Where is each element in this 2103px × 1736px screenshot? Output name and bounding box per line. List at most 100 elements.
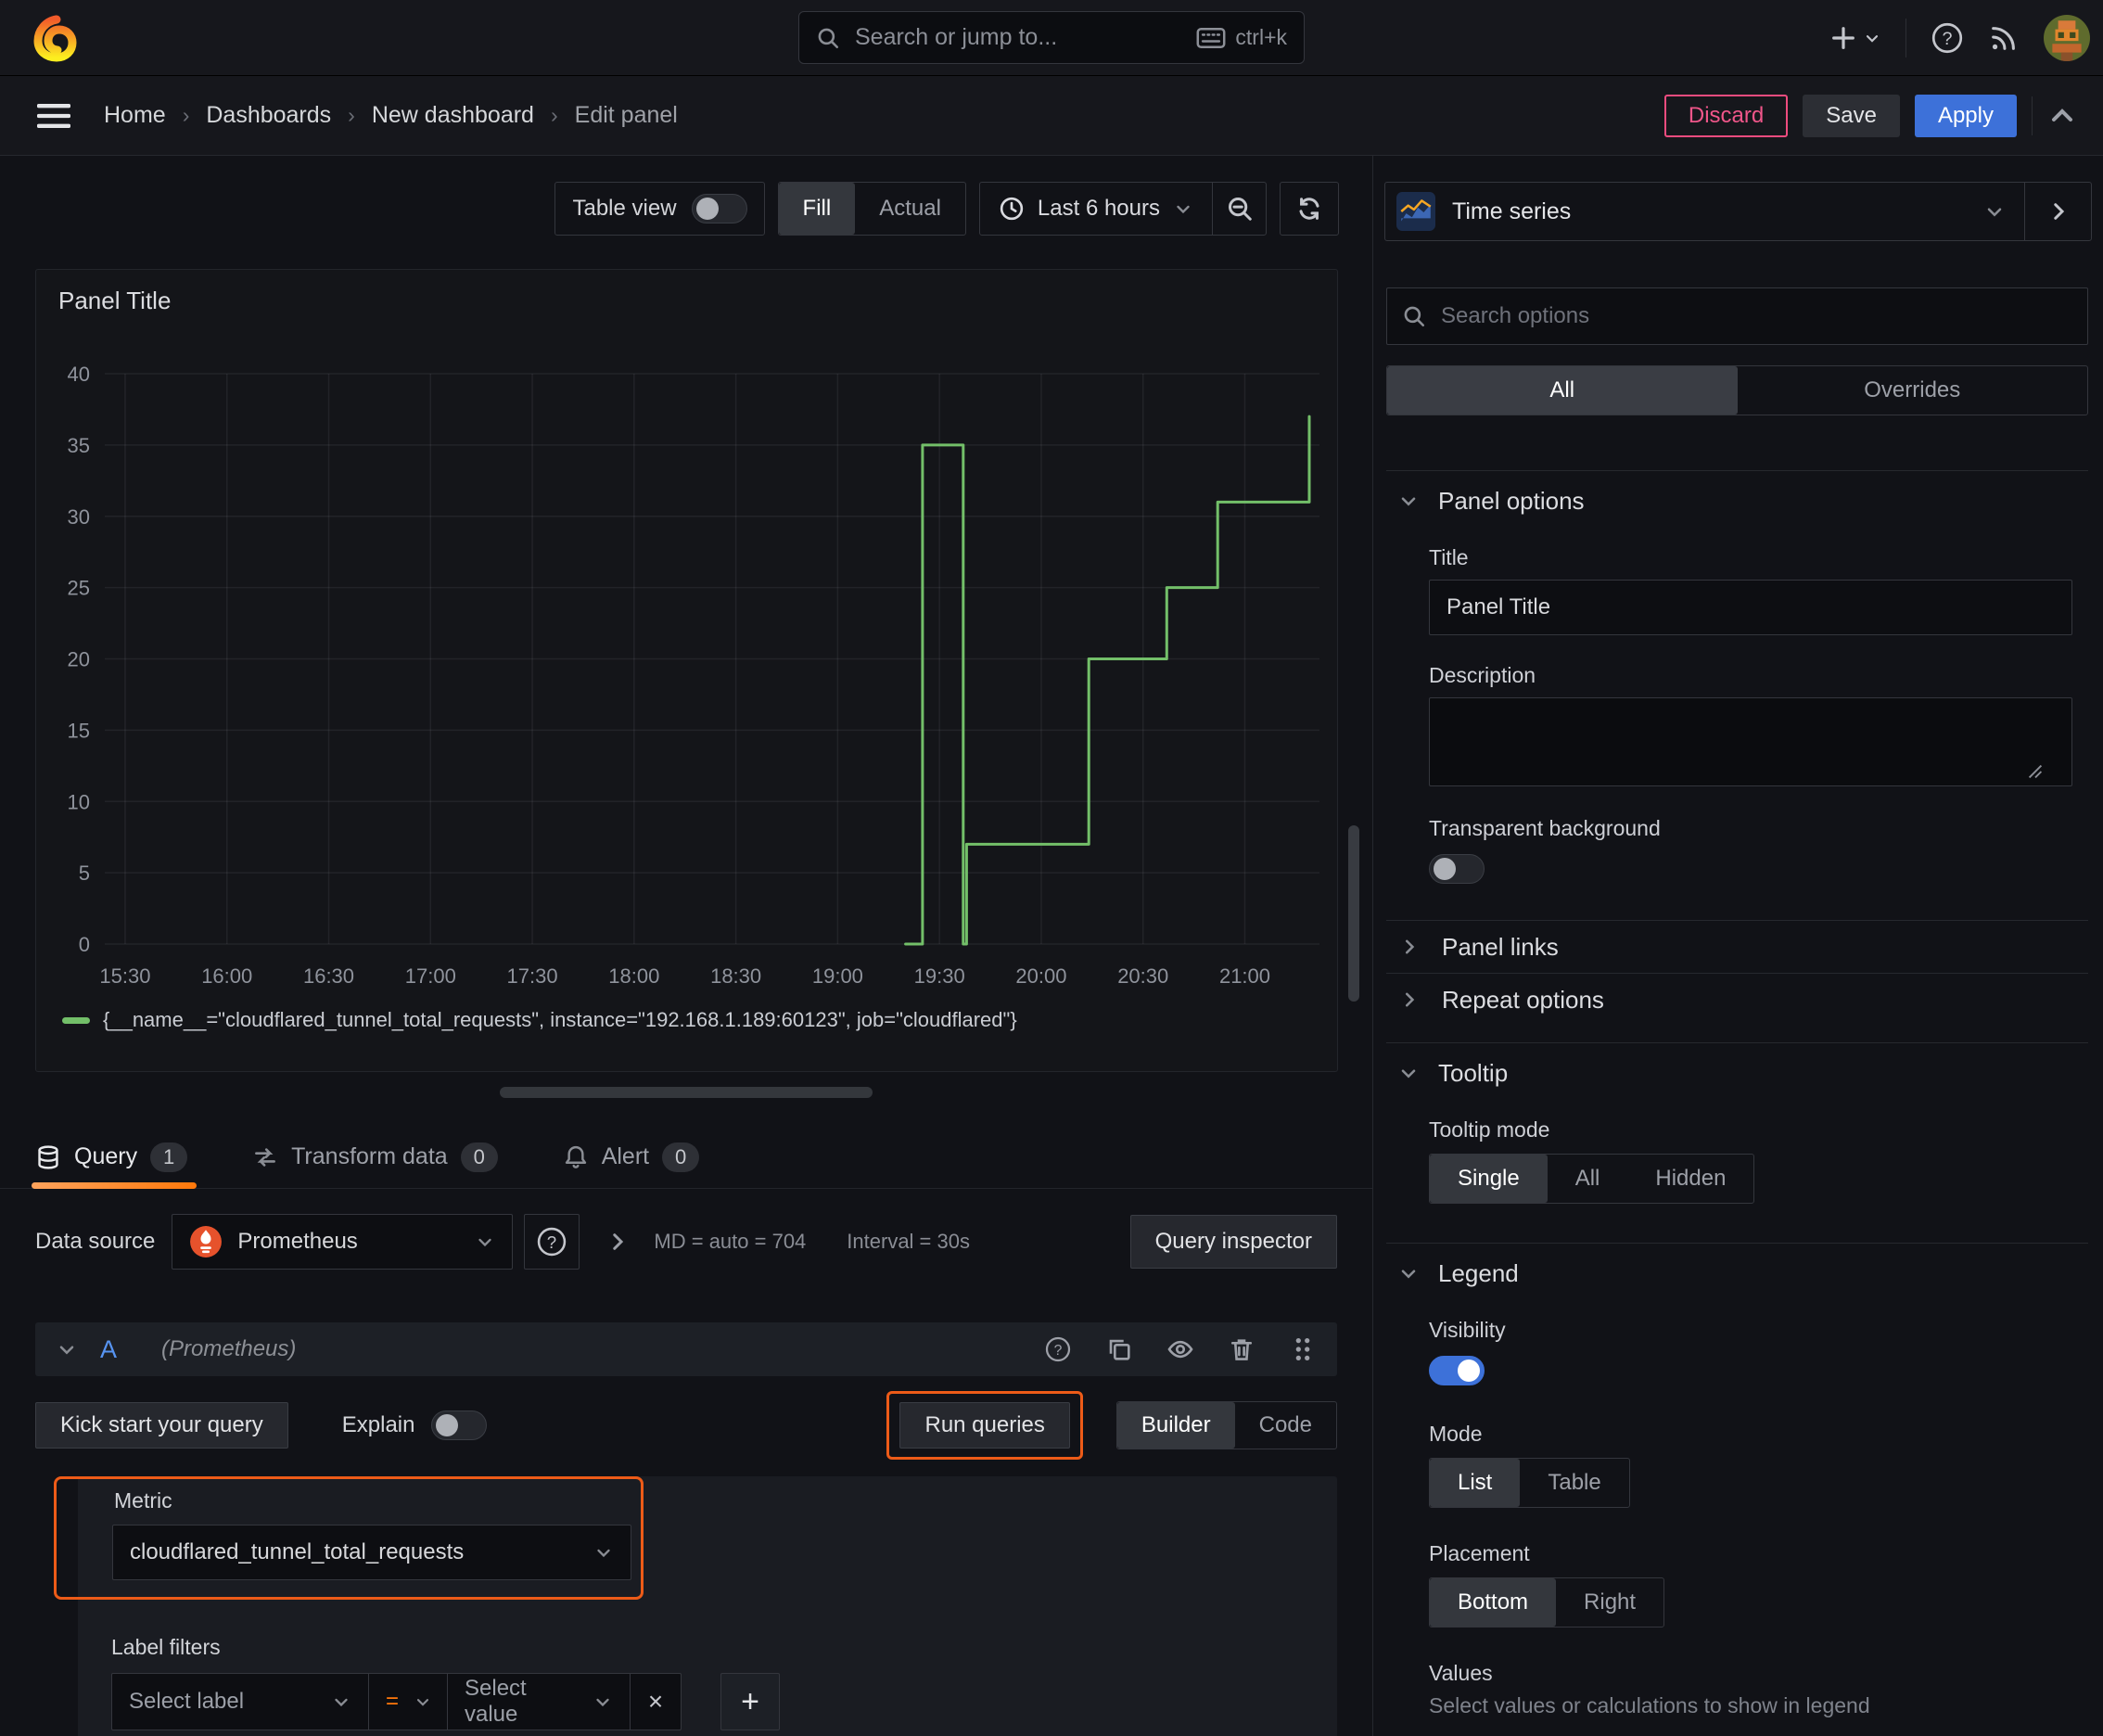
section-panel-options[interactable]: Panel options	[1386, 480, 2088, 521]
chevron-down-icon	[416, 1699, 429, 1706]
query-builder-toolbar: Kick start your query Explain Run querie…	[35, 1391, 1337, 1460]
user-avatar[interactable]	[2044, 15, 2090, 61]
datasource-name: Prometheus	[237, 1229, 358, 1254]
add-filter-button[interactable]: +	[720, 1673, 780, 1730]
disable-query-eye-icon[interactable]	[1166, 1335, 1194, 1363]
tutorial-highlight-run-queries: Run queries	[886, 1391, 1083, 1460]
mode-table-option[interactable]: Table	[1520, 1459, 1628, 1507]
viz-suggestions-button[interactable]	[2024, 183, 2091, 240]
section-tooltip[interactable]: Tooltip	[1386, 1053, 2088, 1093]
svg-text:20:30: 20:30	[1117, 964, 1168, 988]
add-menu-button[interactable]	[1829, 24, 1881, 52]
legend-values-hint: Select values or calculations to show in…	[1429, 1693, 1870, 1717]
placement-bottom-option[interactable]: Bottom	[1430, 1578, 1557, 1627]
time-range-picker[interactable]: Last 6 hours	[980, 183, 1212, 235]
section-repeat-options[interactable]: Repeat options	[1386, 974, 2088, 1026]
svg-text:17:00: 17:00	[405, 964, 456, 988]
refresh-button[interactable]	[1280, 182, 1339, 236]
section-legend[interactable]: Legend	[1386, 1253, 2088, 1294]
tooltip-single-option[interactable]: Single	[1430, 1155, 1548, 1203]
legend-item[interactable]: {__name__="cloudflared_tunnel_total_requ…	[62, 1008, 1017, 1032]
actual-option[interactable]: Actual	[855, 183, 965, 235]
section-panel-links[interactable]: Panel links	[1386, 921, 2088, 973]
search-icon	[818, 28, 839, 48]
tab-overrides[interactable]: Overrides	[1738, 366, 2088, 415]
timeseries-viz-icon	[1396, 192, 1435, 231]
all-overrides-segment: All Overrides	[1386, 365, 2088, 415]
duplicate-query-icon[interactable]	[1105, 1335, 1133, 1363]
query-row-actions: ?	[1044, 1335, 1317, 1363]
query-inspector-button[interactable]: Query inspector	[1129, 1215, 1337, 1269]
panel-options-sidebar: Time series All Overrides	[1372, 156, 2103, 1736]
global-search[interactable]: ctrl+k	[798, 11, 1305, 64]
placement-right-option[interactable]: Right	[1556, 1578, 1663, 1627]
drag-handle-icon[interactable]	[1289, 1335, 1317, 1363]
visualization-picker[interactable]: Time series	[1385, 183, 2024, 240]
collapse-chevron-up-icon[interactable]	[2047, 101, 2077, 131]
svg-text:18:00: 18:00	[608, 964, 659, 988]
discard-button[interactable]: Discard	[1663, 94, 1789, 137]
divider	[1905, 19, 1906, 57]
delete-query-trash-icon[interactable]	[1228, 1335, 1255, 1363]
tab-alert[interactable]: Alert 0	[563, 1126, 700, 1188]
svg-text:15: 15	[68, 719, 90, 742]
select-label-dropdown[interactable]: Select label	[111, 1673, 369, 1730]
chevron-down-icon	[478, 1238, 492, 1247]
tab-transform-data[interactable]: Transform data 0	[252, 1126, 498, 1188]
grafana-logo-icon[interactable]	[32, 13, 82, 63]
select-value-dropdown[interactable]: Select value	[447, 1673, 631, 1730]
table-view-toggle[interactable]	[691, 194, 747, 223]
tooltip-all-option[interactable]: All	[1548, 1155, 1628, 1203]
options-search[interactable]	[1386, 287, 2088, 345]
search-icon	[1404, 306, 1425, 327]
breadcrumb-home[interactable]: Home	[104, 102, 166, 129]
explain-toggle[interactable]	[431, 1410, 488, 1440]
metric-select[interactable]: cloudflared_tunnel_total_requests	[112, 1525, 631, 1580]
global-search-input[interactable]	[853, 23, 1184, 52]
breadcrumb-dashboards[interactable]: Dashboards	[206, 102, 331, 129]
options-collapse-chevron-icon[interactable]	[605, 1230, 630, 1254]
save-button[interactable]: Save	[1803, 94, 1900, 137]
panel-resize-handle[interactable]	[500, 1087, 873, 1098]
news-icon[interactable]	[1988, 22, 2020, 54]
timeseries-chart[interactable]: 0 5 10 15 20 25 30 35 40 15:30 16:00 16:30 17:00 17:3…	[38, 307, 1336, 1012]
legend-placement-label: Placement	[1429, 1541, 1530, 1565]
panel-preview[interactable]: Panel Title 0 5 10 15 20 25 30 35 40 15:30 16:00 16…	[35, 269, 1338, 1072]
menu-toggle-icon[interactable]	[37, 102, 70, 130]
legend-values-label: Values	[1429, 1661, 1493, 1685]
transform-icon	[255, 1147, 276, 1167]
query-datasource-hint: (Prometheus)	[161, 1336, 297, 1361]
builder-option[interactable]: Builder	[1116, 1402, 1235, 1449]
mode-list-option[interactable]: List	[1430, 1459, 1521, 1507]
legend-visibility-toggle[interactable]	[1429, 1356, 1485, 1385]
scrollbar-thumb[interactable]	[1348, 825, 1359, 1002]
apply-button[interactable]: Apply	[1914, 94, 2017, 137]
breadcrumb-new-dashboard[interactable]: New dashboard	[372, 102, 534, 129]
top-navbar: ctrl+k ?	[0, 0, 2103, 76]
tab-all[interactable]: All	[1387, 366, 1738, 415]
operator-dropdown[interactable]: =	[368, 1673, 448, 1730]
help-icon[interactable]: ?	[1931, 21, 1964, 55]
run-queries-button[interactable]: Run queries	[899, 1402, 1070, 1449]
kick-start-query-button[interactable]: Kick start your query	[35, 1402, 288, 1449]
tab-query[interactable]: Query 1	[31, 1126, 198, 1189]
fill-option[interactable]: Fill	[778, 183, 856, 235]
datasource-help-button[interactable]: ?	[524, 1214, 580, 1270]
description-label: Description	[1429, 663, 1536, 687]
transparent-background-toggle[interactable]	[1429, 854, 1485, 884]
chevron-down-icon[interactable]	[56, 1338, 78, 1360]
datasource-picker[interactable]: Prometheus	[172, 1214, 514, 1270]
zoom-out-button[interactable]	[1212, 183, 1266, 235]
query-help-icon[interactable]: ?	[1044, 1335, 1072, 1363]
code-option[interactable]: Code	[1235, 1402, 1336, 1449]
divider	[2032, 96, 2033, 135]
datasource-label: Data source	[35, 1229, 156, 1254]
description-textarea[interactable]	[1429, 697, 2072, 786]
tooltip-hidden-option[interactable]: Hidden	[1627, 1155, 1753, 1203]
query-row-header[interactable]: A (Prometheus) ?	[35, 1322, 1337, 1376]
options-search-input[interactable]	[1439, 302, 2072, 330]
panel-title-input[interactable]	[1429, 580, 2072, 635]
remove-filter-button[interactable]: ×	[630, 1673, 682, 1730]
label-filters-label: Label filters	[111, 1635, 221, 1659]
transparent-background-label: Transparent background	[1429, 816, 1661, 840]
